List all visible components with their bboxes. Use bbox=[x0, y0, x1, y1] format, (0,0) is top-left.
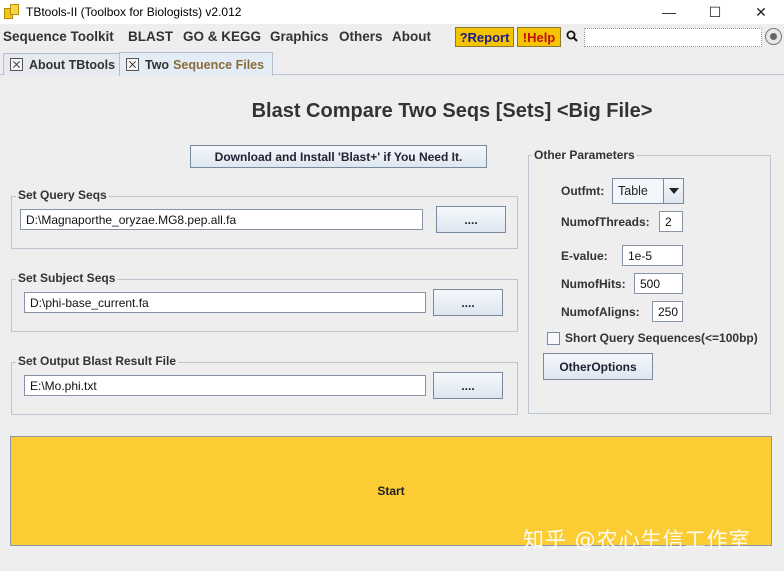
threads-label: NumofThreads: bbox=[561, 215, 650, 229]
report-button[interactable]: ?Report bbox=[455, 27, 514, 47]
download-blast-button[interactable]: Download and Install 'Blast+' if You Nee… bbox=[190, 145, 487, 168]
watermark-text: 知乎 @农心生信工作室 bbox=[523, 528, 751, 552]
outfmt-value: Table bbox=[618, 184, 648, 198]
page-title: Blast Compare Two Seqs [Sets] <Big File> bbox=[251, 100, 653, 122]
subject-seqs-label: Set Subject Seqs bbox=[16, 271, 118, 285]
menu-go-kegg[interactable]: GO & KEGG bbox=[183, 29, 261, 44]
menu-others[interactable]: Others bbox=[339, 29, 383, 44]
evalue-field[interactable]: 1e-5 bbox=[622, 245, 683, 266]
title-bar: TBtools-II (Toolbox for Biologists) v2.0… bbox=[0, 0, 784, 24]
search-option-radio[interactable] bbox=[765, 28, 782, 45]
numofaligns-label: NumofAligns: bbox=[561, 305, 640, 319]
output-browse-button[interactable]: .... bbox=[433, 372, 503, 399]
minimize-button[interactable]: — bbox=[646, 0, 692, 24]
menu-graphics[interactable]: Graphics bbox=[270, 29, 329, 44]
threads-field[interactable]: 2 bbox=[659, 211, 683, 232]
outfmt-label: Outfmt: bbox=[561, 184, 605, 198]
short-query-label: Short Query Sequences(<=100bp) bbox=[565, 331, 758, 345]
search-input[interactable] bbox=[584, 28, 762, 47]
tab-about-tbtools[interactable]: About TBtools bbox=[3, 53, 125, 75]
numofhits-field[interactable]: 500 bbox=[634, 273, 683, 294]
output-file-field[interactable]: E:\Mo.phi.txt bbox=[24, 375, 426, 396]
tab-close-icon[interactable] bbox=[126, 58, 139, 71]
tab-label: About TBtools bbox=[29, 57, 116, 72]
maximize-button[interactable]: ☐ bbox=[692, 0, 738, 24]
other-parameters-label: Other Parameters bbox=[532, 148, 637, 162]
outfmt-select[interactable]: Table bbox=[612, 178, 684, 204]
subject-file-field[interactable]: D:\phi-base_current.fa bbox=[24, 292, 426, 313]
help-button[interactable]: !Help bbox=[517, 27, 561, 47]
menu-about[interactable]: About bbox=[392, 29, 431, 44]
evalue-label: E-value: bbox=[561, 249, 608, 263]
chevron-down-icon[interactable] bbox=[663, 179, 683, 203]
output-file-label: Set Output Blast Result File bbox=[16, 354, 179, 368]
menu-sequence-toolkit[interactable]: Sequence Toolkit bbox=[3, 29, 114, 44]
subject-browse-button[interactable]: .... bbox=[433, 289, 503, 316]
query-seqs-label: Set Query Seqs bbox=[16, 188, 109, 202]
tab-bar: About TBtools Two Sequence Files bbox=[0, 51, 784, 76]
query-file-field[interactable]: D:\Magnaporthe_oryzae.MG8.pep.all.fa bbox=[20, 209, 423, 230]
numofaligns-field[interactable]: 250 bbox=[652, 301, 683, 322]
short-query-checkbox[interactable] bbox=[547, 332, 560, 345]
search-icon[interactable] bbox=[566, 30, 578, 42]
query-browse-button[interactable]: .... bbox=[436, 206, 506, 233]
menu-blast[interactable]: BLAST bbox=[128, 29, 173, 44]
tab-close-icon[interactable] bbox=[10, 58, 23, 71]
tbtools-app-icon bbox=[4, 4, 20, 20]
other-options-button[interactable]: OtherOptions bbox=[543, 353, 653, 380]
tab-label-part1: Two bbox=[145, 57, 170, 72]
numofhits-label: NumofHits: bbox=[561, 277, 626, 291]
window-title: TBtools-II (Toolbox for Biologists) v2.0… bbox=[26, 5, 242, 19]
tab-two-sequence-files[interactable]: Two Sequence Files bbox=[119, 52, 274, 76]
close-window-button[interactable]: ✕ bbox=[738, 0, 784, 24]
tab-label-part2: Sequence Files bbox=[173, 57, 265, 72]
